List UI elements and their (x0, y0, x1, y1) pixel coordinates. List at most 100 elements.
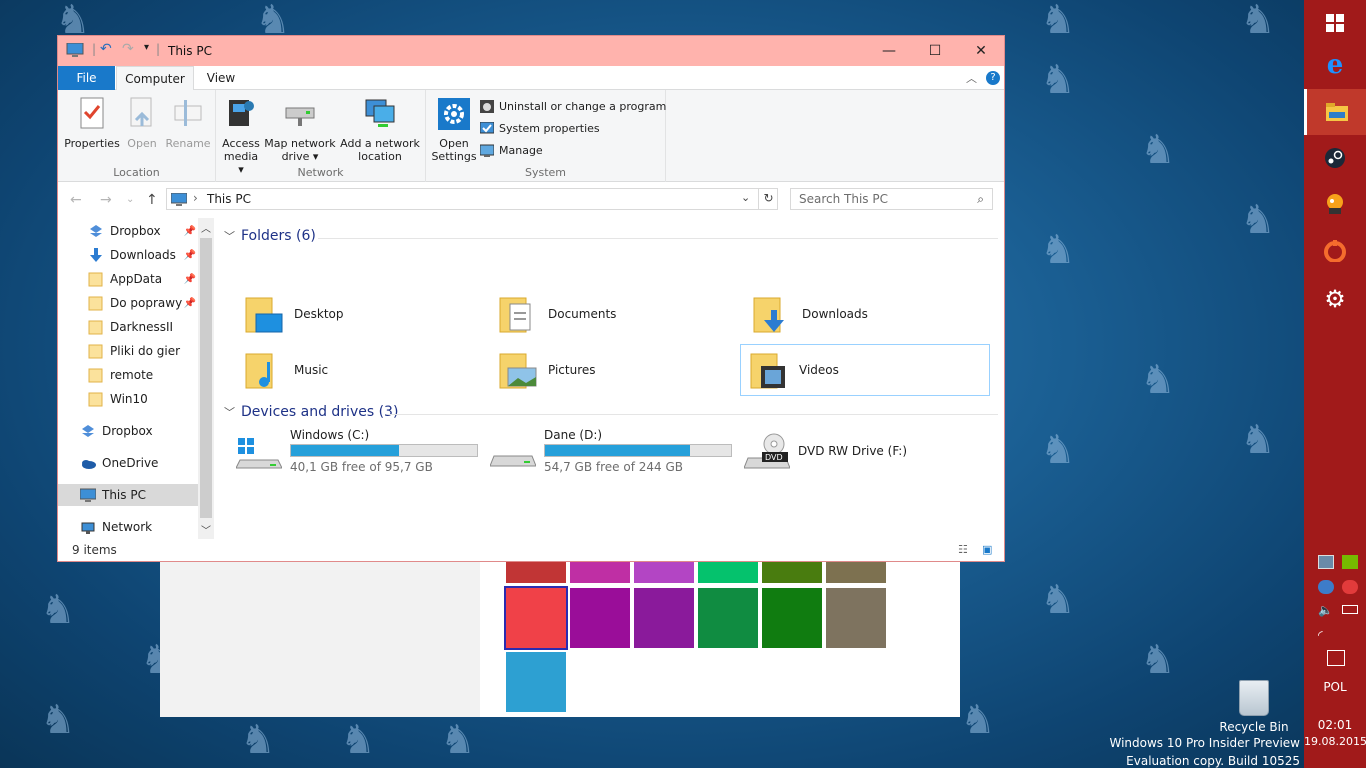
maximize-button[interactable]: ☐ (912, 36, 958, 66)
recent-locations-icon[interactable]: ⌄ (126, 194, 134, 205)
drive-tile-c[interactable]: Windows (C:) 40,1 GB free of 95,7 GB (236, 428, 486, 480)
forward-arrow-icon[interactable]: → (100, 192, 112, 208)
color-swatch[interactable] (570, 588, 630, 648)
nav-item-darknessii[interactable]: DarknessII (88, 316, 198, 338)
nav-item-win10[interactable]: Win10 (88, 388, 198, 410)
taskbar-file-explorer[interactable] (1304, 89, 1366, 135)
access-media-button[interactable]: Access media ▾ (220, 96, 262, 176)
knight-decor: ♞ (1240, 417, 1276, 463)
desktop-folder-icon (245, 297, 283, 333)
alert-tray-icon[interactable] (1342, 580, 1358, 594)
language-indicator[interactable]: POL (1304, 680, 1366, 694)
folder-tile-pictures[interactable]: Pictures (490, 344, 740, 396)
add-network-location-button[interactable]: Add a network location (338, 96, 422, 163)
network-share-tray-icon[interactable] (1318, 580, 1334, 594)
folder-tile-videos[interactable]: Videos (740, 344, 990, 396)
nav-item-dropbox-quick[interactable]: Dropbox 📌 (88, 220, 198, 242)
tab-file[interactable]: File (58, 66, 115, 90)
uninstall-program-button[interactable]: Uninstall or change a program (480, 96, 666, 116)
nav-root-onedrive[interactable]: OneDrive (80, 452, 198, 474)
start-button[interactable] (1304, 0, 1366, 46)
details-view-icon[interactable]: ☷ (958, 543, 968, 556)
folder-tile-desktop[interactable]: Desktop (236, 288, 486, 340)
taskbar-settings[interactable]: ⚙ (1304, 276, 1366, 322)
taskbar-edge[interactable]: e (1304, 42, 1366, 88)
taskbar-origin[interactable] (1304, 228, 1366, 274)
collapse-ribbon-icon[interactable]: ︿ (966, 70, 977, 86)
nav-item-remote[interactable]: remote (88, 364, 198, 386)
drive-tile-d[interactable]: Dane (D:) 54,7 GB free of 244 GB (490, 428, 740, 480)
color-swatch[interactable] (634, 588, 694, 648)
refresh-button[interactable]: ↻ (758, 188, 778, 210)
tab-computer[interactable]: Computer (116, 66, 194, 91)
color-swatch-selected[interactable] (504, 586, 568, 650)
folder-tile-music[interactable]: Music (236, 344, 486, 396)
nav-root-this-pc[interactable]: This PC (58, 484, 198, 506)
taskbar-app-orange[interactable] (1304, 181, 1366, 227)
folder-label: Pictures (548, 363, 596, 377)
search-input[interactable]: Search This PC ⌕ (790, 188, 993, 210)
drive-free-space: 40,1 GB free of 95,7 GB (290, 460, 433, 474)
help-icon[interactable]: ? (986, 71, 1000, 85)
system-properties-button[interactable]: System properties (480, 118, 600, 138)
manage-button[interactable]: Manage (480, 140, 543, 160)
recycle-bin-shortcut[interactable]: Recycle Bin (1218, 680, 1290, 734)
taskbar-steam[interactable] (1304, 135, 1366, 181)
settings-window-background[interactable] (160, 560, 960, 717)
tab-view[interactable]: View (198, 66, 244, 90)
volume-icon[interactable]: 🔈 (1318, 603, 1334, 617)
map-network-drive-button[interactable]: Map network drive ▾ (264, 96, 336, 163)
color-swatch[interactable] (762, 588, 822, 648)
folders-header[interactable]: ﹀ Folders (6) (224, 228, 316, 244)
clock-date[interactable]: 19.08.2015 (1304, 735, 1366, 748)
open-settings-button[interactable]: Open Settings (430, 96, 478, 163)
folder-tile-documents[interactable]: Documents (490, 288, 740, 340)
nav-root-dropbox[interactable]: Dropbox (80, 420, 198, 442)
color-swatch[interactable] (698, 588, 758, 648)
open-button[interactable]: Open (122, 96, 162, 150)
monitor-tray-icon[interactable] (1318, 555, 1334, 569)
color-swatch[interactable] (506, 652, 566, 712)
address-bar[interactable]: › This PC ⌄ (166, 188, 778, 210)
nav-item-pliki-do-gier[interactable]: Pliki do gier (88, 340, 198, 362)
battery-icon[interactable] (1342, 605, 1358, 614)
undo-icon[interactable]: ↶ (100, 41, 112, 57)
folder-tile-downloads[interactable]: Downloads (744, 288, 994, 340)
nav-scrollbar[interactable]: ︿ ﹀ (198, 218, 214, 539)
minimize-button[interactable]: — (866, 36, 912, 66)
nav-item-appdata[interactable]: AppData 📌 (88, 268, 198, 290)
add-location-label-1: Add a network (340, 137, 420, 150)
settings-gear-icon (438, 98, 470, 130)
color-swatch[interactable] (826, 560, 886, 583)
color-swatch[interactable] (762, 560, 822, 583)
downloads-icon (90, 248, 102, 262)
title-bar[interactable]: | ↶ ↷ ▾ | This PC — ☐ ✕ (58, 36, 1004, 66)
up-arrow-icon[interactable]: ↑ (146, 192, 158, 208)
drive-tile-f[interactable]: DVD DVD RW Drive (F:) (744, 428, 994, 480)
nav-item-do-poprawy[interactable]: Do poprawy 📌 (88, 292, 198, 314)
close-button[interactable]: ✕ (958, 36, 1004, 66)
quick-access-dropdown-icon[interactable]: ▾ (144, 42, 149, 53)
nav-root-network[interactable]: Network (80, 516, 198, 538)
action-center-icon[interactable] (1327, 650, 1345, 666)
back-arrow-icon[interactable]: ← (70, 192, 82, 208)
scroll-up-icon[interactable]: ︿ (201, 220, 211, 235)
redo-icon[interactable]: ↷ (122, 41, 134, 57)
large-icons-view-icon[interactable]: ▣ (982, 543, 992, 556)
wifi-icon[interactable]: ◜ (1318, 628, 1334, 642)
color-swatch[interactable] (506, 560, 566, 583)
rename-button[interactable]: Rename (164, 96, 212, 150)
devices-header[interactable]: ﹀ Devices and drives (3) (224, 404, 398, 420)
color-swatch[interactable] (570, 560, 630, 583)
clock-time[interactable]: 02:01 (1304, 718, 1366, 732)
address-dropdown-icon[interactable]: ⌄ (741, 191, 750, 204)
scroll-thumb[interactable] (200, 238, 212, 518)
color-swatch[interactable] (634, 560, 694, 583)
color-swatch[interactable] (826, 588, 886, 648)
nvidia-tray-icon[interactable] (1342, 555, 1358, 569)
properties-button[interactable]: Properties (64, 96, 120, 150)
scroll-down-icon[interactable]: ﹀ (201, 522, 211, 537)
nav-item-downloads-quick[interactable]: Downloads 📌 (88, 244, 198, 266)
breadcrumb-this-pc[interactable]: This PC (207, 192, 251, 206)
color-swatch[interactable] (698, 560, 758, 583)
